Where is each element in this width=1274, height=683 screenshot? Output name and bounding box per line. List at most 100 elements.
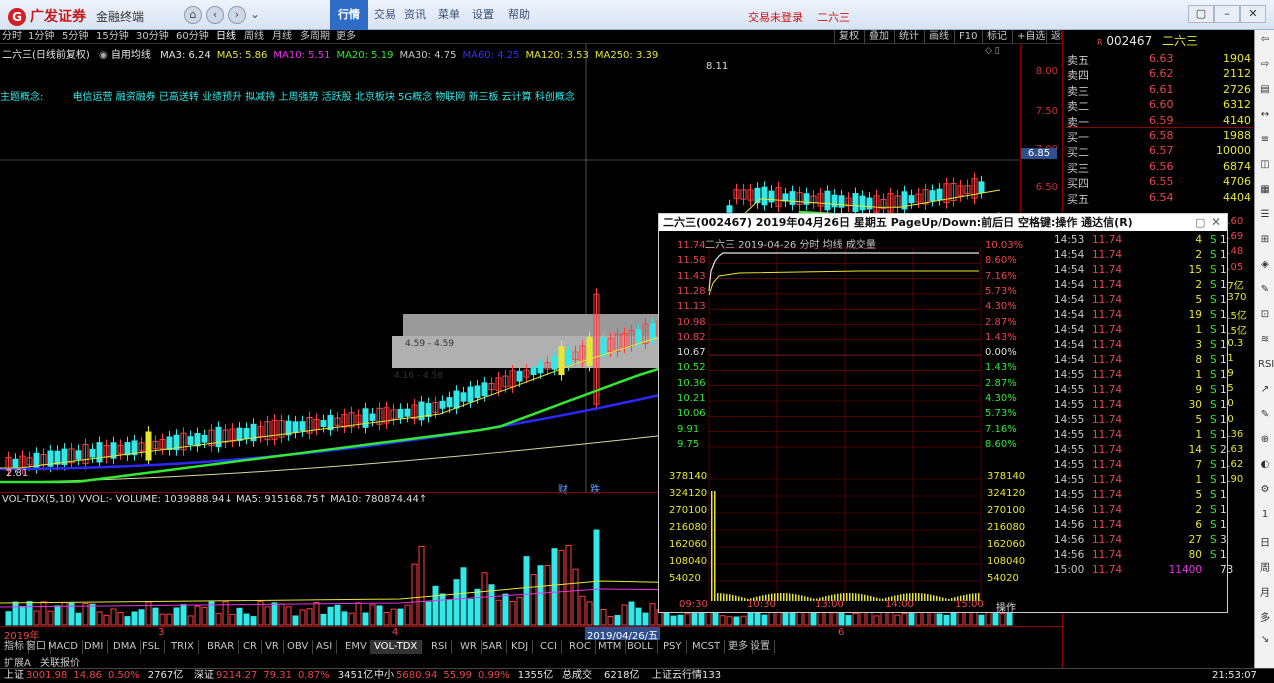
period-tab-8[interactable]: 月线 [272,30,292,44]
toolbar-icon[interactable]: ◫ [1258,159,1272,173]
indicator-tab-19[interactable]: ROC [565,640,596,654]
indicator-tab-3[interactable]: DMI [80,640,109,654]
buy-row[interactable]: 买五 6.54 4404 [1065,191,1253,207]
indicator-tab-9[interactable]: VR [261,640,284,654]
toolbar-icon[interactable]: ☰ [1258,209,1272,223]
indicator-tab-22[interactable]: PSY [659,640,687,654]
toolbar-icon[interactable]: 1 [1258,509,1272,523]
indicator-tab-25[interactable]: 设置 [746,640,775,654]
toolbar-icon[interactable]: ≋ [1258,334,1272,348]
sell-row[interactable]: 卖四 6.62 2112 [1065,67,1253,83]
menu-bangzhu[interactable]: 帮助 [500,0,538,30]
toolbar-icon[interactable]: ↗ [1258,384,1272,398]
chart-btn-1[interactable]: 叠加 [864,30,893,44]
toolbar-icon[interactable]: ⚙ [1258,484,1272,498]
sh-index[interactable]: 上证 3001.98 14.86 0.50% 2767亿 [4,669,183,683]
toolbar-icon[interactable]: 月 [1258,584,1272,599]
toolbar-icon[interactable]: ✎ [1258,284,1272,298]
popup-title[interactable]: 二六三(002467) 2019年04月26日 星期五 PageUp/Down:… [659,214,1227,231]
back-icon[interactable]: ‹ [206,6,224,24]
toolbar-icon[interactable]: ▦ [1258,184,1272,198]
toolbar-icon[interactable]: ⊞ [1258,234,1272,248]
chart-btn-5[interactable]: 标记 [982,30,1011,44]
toolbar-icon[interactable]: ⊕ [1258,434,1272,448]
intraday-popup[interactable]: 二六三(002467) 2019年04月26日 星期五 PageUp/Down:… [658,213,1233,614]
menu-caidan[interactable]: 菜单 [430,0,468,30]
popup-restore-icon[interactable]: ▢ [1195,216,1205,229]
chart-settings-icon[interactable]: ◇ ▯ [985,46,1000,56]
indicator-tab-14[interactable]: RSI [427,640,453,654]
indicator-tab-5[interactable]: FSL [138,640,165,654]
sell-row[interactable]: 卖五 6.63 1904 [1065,52,1253,68]
indicator-tab-6[interactable]: TRIX [167,640,199,654]
indicator-tab-17[interactable]: KDJ [507,640,534,654]
period-tab-4[interactable]: 30分钟 [136,30,169,44]
toolbar-icon[interactable]: ⇨ [1258,59,1272,73]
toolbar-icon[interactable]: ◈ [1258,259,1272,273]
toolbar-icon[interactable]: ▤ [1258,84,1272,98]
toolbar-icon[interactable]: ≡ [1258,134,1272,148]
toolbar-icon[interactable]: 多 [1258,609,1272,624]
indicator-tab-4[interactable]: DMA [109,640,142,654]
buy-row[interactable]: 买一 6.58 1988 [1065,127,1253,145]
popup-op-label[interactable]: 操作 [996,599,1016,614]
ext-tab-a[interactable]: 扩展A [4,654,31,669]
popup-close-icon[interactable]: ✕ [1211,215,1221,229]
indicator-tab-20[interactable]: MTM [594,640,627,654]
toolbar-icon[interactable]: ✎ [1258,409,1272,423]
period-tab-5[interactable]: 60分钟 [176,30,209,44]
period-tab-3[interactable]: 15分钟 [96,30,129,44]
toolbar-icon[interactable]: 周 [1258,559,1272,574]
indicator-tab-11[interactable]: ASI [312,640,338,654]
cloud-status[interactable]: 上证云行情133 [652,669,721,683]
buy-row[interactable]: 买二 6.57 10000 [1065,144,1253,160]
period-tab-9[interactable]: 多周期 [300,30,330,44]
indicator-tab-23[interactable]: MCST [688,640,726,654]
indicator-tab-12[interactable]: EMV [341,640,372,654]
minimize-button[interactable]: – [1214,5,1240,23]
indicator-tab-18[interactable]: CCI [536,640,562,654]
chart-btn-6[interactable]: +自选 [1012,30,1049,44]
min-window-icon[interactable]: ▢ [1188,5,1214,23]
period-tab-2[interactable]: 5分钟 [62,30,88,44]
toolbar-icon[interactable]: ↘ [1258,634,1272,648]
toolbar-icon[interactable]: ⇦ [1258,34,1272,48]
toolbar-icon[interactable]: ⊡ [1258,309,1272,323]
indicator-tab-16[interactable]: SAR [478,640,508,654]
buy-row[interactable]: 买四 6.55 4706 [1065,175,1253,191]
volume-bar [509,601,516,626]
ext-tab-related[interactable]: 关联报价 [40,654,80,669]
toolbar-icon[interactable]: 日 [1258,534,1272,549]
login-status[interactable]: 交易未登录 二六三 [748,9,850,25]
period-tab-7[interactable]: 周线 [244,30,264,44]
toolbar-icon[interactable]: ↔ [1258,109,1272,123]
period-tab-0[interactable]: 分时 [2,30,22,44]
sz-index[interactable]: 深证 9214.27 79.31 0.87% 3451亿 [194,669,373,683]
menu-zixun[interactable]: 资讯 [396,0,434,30]
chart-btn-3[interactable]: 画线 [924,30,953,44]
sell-row[interactable]: 卖二 6.60 6312 [1065,98,1253,114]
zx-index[interactable]: 中小 5680.94 55.99 0.99% 1355亿 [374,669,553,683]
buy-row[interactable]: 买三 6.56 6874 [1065,160,1253,176]
chart-btn-2[interactable]: 统计 [894,30,923,44]
period-tab-10[interactable]: 更多 [336,30,356,44]
chart-btn-0[interactable]: 复权 [834,30,863,44]
indicator-tab-10[interactable]: OBV [283,640,314,654]
close-button[interactable]: ✕ [1240,5,1266,23]
forward-icon[interactable]: › [228,6,246,24]
indicator-tab-7[interactable]: BRAR [203,640,240,654]
toolbar-icon[interactable]: RSI [1258,359,1274,373]
chevron-down-icon[interactable]: ⌄ [250,7,260,21]
period-tab-1[interactable]: 1分钟 [28,30,54,44]
sell-row[interactable]: 卖三 6.61 2726 [1065,83,1253,99]
indicator-tab-13[interactable]: VOL-TDX [370,640,423,654]
period-tab-6[interactable]: 日线 [216,30,236,44]
indicator-tab-8[interactable]: CR [239,640,262,654]
toolbar-icon[interactable]: ◐ [1258,459,1272,473]
menu-shezhi[interactable]: 设置 [464,0,502,30]
home-icon[interactable]: ⌂ [184,6,202,24]
indicator-tab-2[interactable]: MACD [44,640,83,654]
menu-hangqing[interactable]: 行情 [330,0,368,30]
indicator-tab-21[interactable]: BOLL [623,640,658,654]
chart-btn-4[interactable]: F10 [954,30,981,44]
